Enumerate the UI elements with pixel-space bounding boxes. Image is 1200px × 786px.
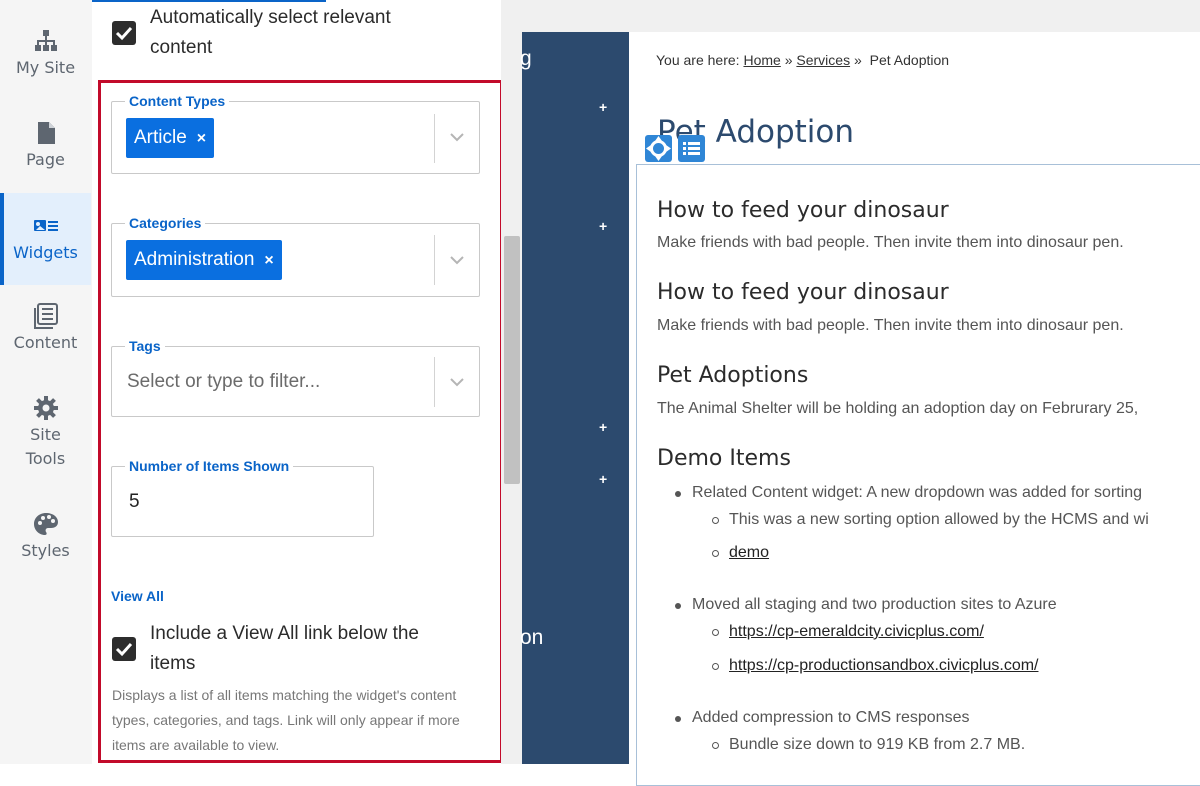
widgets-icon [33, 220, 58, 231]
tags-placeholder[interactable]: Select or type to filter... [127, 371, 320, 393]
nav-widgets[interactable]: Widgets [0, 193, 91, 285]
breadcrumb-services-link[interactable]: Services [796, 52, 850, 68]
checkmark-icon [115, 642, 133, 657]
breadcrumb: You are here: Home » Services » Pet Adop… [656, 52, 949, 68]
content-item-title[interactable]: How to feed your dinosaur [657, 198, 949, 223]
chip-label: Administration [134, 249, 255, 270]
checkmark-icon [115, 26, 133, 41]
panel-scrollbar-thumb[interactable] [504, 236, 520, 484]
field-separator [434, 235, 435, 285]
view-all-checkbox[interactable] [112, 637, 136, 661]
list-item: https://cp-productionsandbox.civicplus.c… [711, 657, 1038, 675]
site-preview-topbar [522, 0, 1200, 32]
list-item: Related Content widget: A new dropdown w… [674, 484, 1143, 501]
nav-label: My Site [15, 58, 76, 77]
items-shown-field[interactable]: Number of Items Shown [111, 459, 374, 537]
content-item-description: The Animal Shelter will be holding an ad… [657, 400, 1139, 417]
content-type-chip-article: Article × [126, 118, 215, 159]
view-all-label-line1: Include a View All link below the [150, 623, 419, 644]
breadcrumb-home-link[interactable]: Home [743, 52, 780, 68]
widget-move-button[interactable] [645, 135, 672, 162]
nav-styles[interactable]: Styles [0, 511, 91, 573]
demo-link[interactable]: demo [729, 544, 769, 561]
auto-select-label-line1: Automatically select relevant [150, 7, 391, 28]
gear-icon [33, 396, 58, 420]
site-nav-expand-icon[interactable]: + [599, 99, 607, 115]
demo-items-title[interactable]: Demo Items [657, 446, 791, 471]
view-all-label: Include a View All link below the items [150, 619, 419, 679]
field-separator [434, 114, 435, 163]
widget-options-button[interactable] [678, 135, 705, 162]
field-separator [434, 357, 435, 407]
site-navigation [522, 32, 629, 764]
content-item-description: Make friends with bad people. Then invit… [657, 234, 1124, 251]
breadcrumb-current: Pet Adoption [869, 52, 950, 68]
list-item: Bundle size down to 919 KB from 2.7 MB. [711, 736, 1026, 753]
auto-select-label: Automatically select relevant content [150, 3, 391, 63]
list-item: This was a new sorting option allowed by… [712, 511, 1149, 528]
breadcrumb-separator: » [853, 52, 862, 68]
content-item-title[interactable]: How to feed your dinosaur [657, 280, 949, 305]
content-types-legend: Content Types [129, 93, 226, 109]
emeraldcity-link[interactable]: https://cp-emeraldcity.civicplus.com/ [729, 623, 984, 640]
list-item: https://cp-emeraldcity.civicplus.com/ [712, 623, 984, 641]
productionsandbox-link[interactable]: https://cp-productionsandbox.civicplus.c… [729, 657, 1038, 674]
breadcrumb-prefix: You are here: [656, 52, 740, 68]
nav-site-tools[interactable]: Site Tools [0, 395, 91, 475]
site-nav-expand-icon[interactable]: + [599, 471, 607, 487]
related-content-widget-frame[interactable] [636, 164, 1200, 786]
content-icon [33, 303, 58, 329]
nav-label: Content [13, 333, 78, 352]
move-icon [646, 136, 671, 161]
nav-label: Page [26, 150, 65, 169]
site-nav-item-fragment[interactable]: g [520, 47, 532, 71]
page-icon [37, 122, 55, 144]
site-nav-item-fragment[interactable]: on [520, 626, 543, 650]
view-all-label-line2: items [150, 653, 196, 674]
palette-icon [33, 513, 58, 535]
nav-my-site[interactable]: My Site [0, 28, 91, 90]
list-item: demo [711, 544, 769, 562]
left-navigation: My Site Page Widgets Content Site Tools … [0, 0, 93, 764]
items-shown-legend: Number of Items Shown [129, 458, 290, 474]
chevron-down-icon[interactable] [448, 254, 466, 266]
site-nav-expand-icon[interactable]: + [599, 218, 607, 234]
nav-label: Widgets [13, 243, 78, 262]
categories-legend: Categories [129, 215, 202, 231]
auto-select-label-line2: content [150, 37, 213, 58]
panel-progress-line [92, 0, 326, 2]
category-chip-administration: Administration × [126, 240, 282, 280]
list-item: Moved all staging and two production sit… [675, 596, 1057, 613]
list-icon [683, 142, 700, 155]
tags-legend: Tags [129, 338, 161, 354]
chevron-down-icon[interactable] [448, 376, 466, 388]
chip-label: Article [134, 127, 187, 148]
list-item: Added compression to CMS responses [674, 709, 970, 726]
nav-label: Site [30, 425, 61, 444]
view-all-heading: View All [111, 588, 164, 604]
nav-content[interactable]: Content [0, 303, 91, 365]
content-item-title[interactable]: Pet Adoptions [657, 363, 808, 388]
items-shown-value[interactable]: 5 [129, 491, 140, 513]
chevron-down-icon[interactable] [448, 131, 466, 143]
nav-label: Styles [21, 541, 70, 560]
auto-select-checkbox[interactable] [112, 21, 136, 45]
content-item-description: Make friends with bad people. Then invit… [657, 317, 1124, 334]
view-all-help-text: Displays a list of all items matching th… [112, 687, 460, 753]
nav-label-line2: Tools [25, 449, 66, 468]
sitemap-icon [34, 30, 57, 51]
nav-page[interactable]: Page [0, 120, 91, 182]
remove-chip-icon[interactable]: × [197, 119, 206, 159]
site-nav-expand-icon[interactable]: + [599, 419, 607, 435]
breadcrumb-separator: » [784, 52, 793, 68]
remove-chip-icon[interactable]: × [264, 241, 273, 281]
